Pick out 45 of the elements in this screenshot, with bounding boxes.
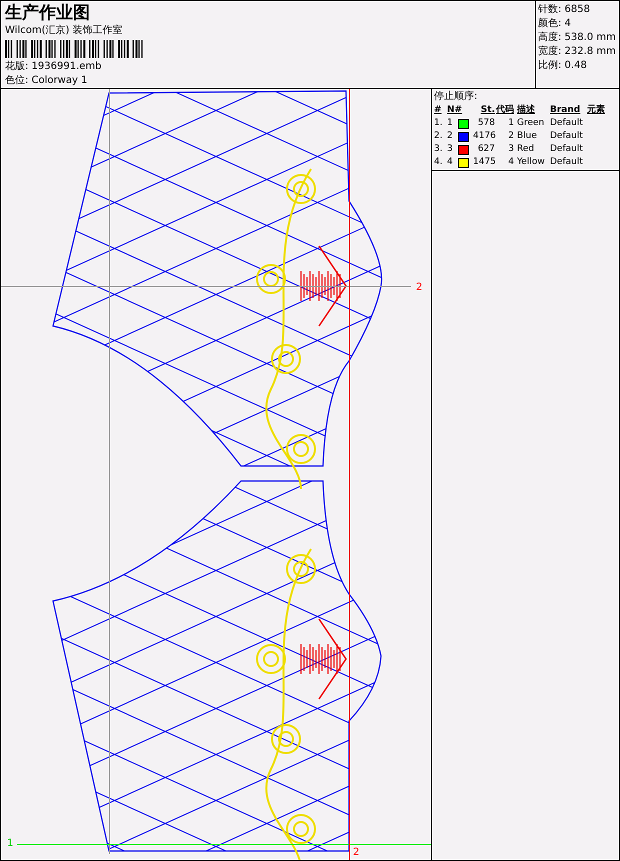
design-stat: 宽度: 232.8 mm [538,45,617,59]
marker-label: 2 [353,847,360,858]
column-header: 代码 [496,104,515,117]
company-name: Wilcom(汇京) 装饰工作室 [5,24,124,38]
column-header: Brand [550,104,582,117]
design-stat: 高度: 538.0 mm [538,31,617,45]
table-cell: 4176 [473,130,495,143]
marker-label: 2 [416,282,422,293]
table-cell-text: 4 [447,156,454,169]
table-cell-text: 1 [507,117,515,130]
table-cell-text: Red [517,143,536,156]
report-title: 生产作业图 [5,3,91,23]
table-cell-text: 2 [507,130,515,143]
table-cell-text: Default [550,117,584,130]
table-cell-text: Default [550,156,584,169]
table-cell-text: 1 [447,117,454,130]
table-title: 停止顺序: [434,90,478,104]
design-stat: 颜色: 4 [538,17,572,31]
column-header: 元素 [587,104,606,117]
design-stat: 比例: 0.48 [538,59,588,73]
table-cell-text: Yellow [517,156,546,169]
design-stat: 针数: 6858 [538,3,591,17]
table-cell-text: 3 [507,143,515,156]
design-info: 花版: 1936991.emb [5,60,103,74]
table-cell-text: 578 [476,117,495,130]
table-cell-text: 627 [476,143,495,156]
column-header: 描述 [517,104,536,117]
table-cell-text: 2 [447,130,454,143]
table-cell-text: Default [550,143,584,156]
table-cell-text: Green [517,117,546,130]
table-cell-text: 3 [447,143,454,156]
column-header: # [434,104,443,117]
table-cell: 1475 [473,156,495,169]
table-cell-text: 3. [434,143,444,156]
table-cell-text: 4 [507,156,515,169]
column-header: N# [447,104,464,117]
design-info: 色位: Colorway 1 [5,74,88,88]
table-cell-text: 2. [434,130,444,143]
table-cell-text: Blue [517,130,538,143]
table-cell-text: 4. [434,156,444,169]
table-cell-text: Default [550,130,584,143]
table-cell-text: 1. [434,117,444,130]
column-header: St. [480,104,495,117]
barcode-icon [5,40,145,58]
marker-label: 1 [7,838,14,849]
